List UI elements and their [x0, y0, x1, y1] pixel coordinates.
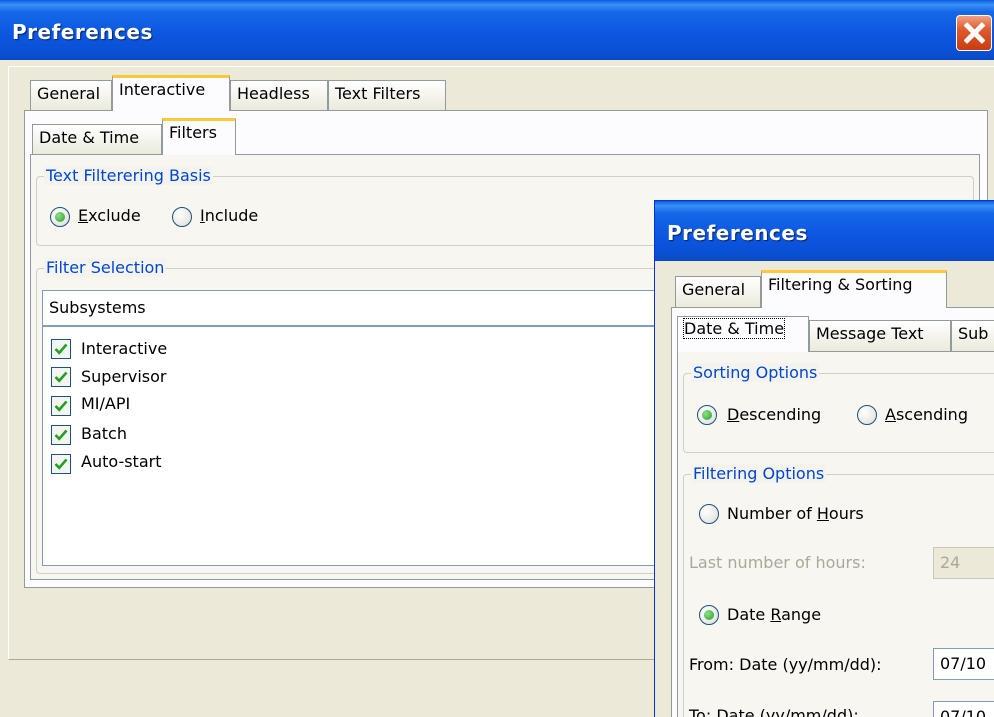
auto-start-checkbox[interactable] — [51, 454, 71, 474]
last-hours-field: 24 — [933, 547, 994, 579]
close-button[interactable] — [956, 15, 992, 51]
supervisor-checkbox-label: Supervisor — [81, 367, 167, 386]
filter-selection-legend: Filter Selection — [44, 258, 167, 277]
list-item[interactable]: Interactive — [43, 337, 681, 365]
auto-start-checkbox-label: Auto-start — [81, 452, 162, 471]
tab-headless-label: Headless — [237, 84, 310, 103]
tab-general[interactable]: General — [675, 276, 761, 307]
checkmark-icon — [54, 371, 68, 383]
descending-text: escending — [739, 405, 822, 424]
list-item[interactable]: Auto-start — [43, 452, 681, 480]
subtab-message-text[interactable]: Message Text — [809, 320, 951, 351]
from-date-field[interactable]: 07/10 — [933, 648, 994, 680]
to-date-field[interactable]: 07/10 — [933, 701, 994, 717]
checkmark-icon — [54, 400, 68, 412]
subtab-filters-label: Filters — [169, 123, 217, 142]
text-filtering-basis-legend: Text Filterering Basis — [44, 166, 213, 185]
subsystems-field-value: Subsystems — [49, 298, 146, 317]
to-date-label: To: Date (yy/mm/dd): — [689, 706, 859, 717]
subsystems-field[interactable]: Subsystems — [42, 290, 682, 326]
batch-checkbox[interactable] — [51, 425, 71, 445]
descending-radio[interactable] — [697, 405, 717, 425]
front-window-title: Preferences — [667, 221, 808, 245]
date-range-radio[interactable] — [699, 605, 719, 625]
date-range-prefix: Date — [727, 605, 771, 624]
list-item[interactable]: Supervisor — [43, 365, 681, 393]
number-of-hours-radio[interactable] — [699, 504, 719, 524]
number-of-hours-label[interactable]: Number of Hours — [727, 504, 864, 523]
front-title-bar[interactable]: Preferences — [655, 201, 994, 261]
batch-checkbox-label: Batch — [81, 424, 127, 443]
date-range-suffix: ange — [781, 605, 822, 624]
from-date-label: From: Date (yy/mm/dd): — [689, 655, 882, 674]
exclude-text: xclude — [88, 206, 141, 225]
subsystems-list[interactable]: Interactive Supervisor MI/API Batch Auto… — [42, 326, 682, 566]
front-subtab-date-time-label: Date & Time — [682, 318, 786, 339]
tab-filtering-sorting[interactable]: Filtering & Sorting — [761, 270, 947, 308]
number-of-hours-mnemonic: H — [816, 504, 829, 523]
last-hours-value: 24 — [940, 553, 961, 572]
last-hours-label: Last number of hours: — [689, 553, 866, 572]
tab-general-label: General — [37, 84, 101, 103]
mi-api-checkbox-label: MI/API — [81, 394, 131, 413]
number-of-hours-prefix: Number of — [727, 504, 817, 523]
filtering-options-legend: Filtering Options — [691, 464, 827, 483]
include-radio[interactable] — [172, 207, 192, 227]
ascending-label[interactable]: Ascending — [885, 405, 968, 424]
front-tab-general-label: General — [682, 280, 746, 299]
tab-text-filters[interactable]: Text Filters — [328, 80, 446, 110]
ascending-radio[interactable] — [857, 405, 877, 425]
supervisor-checkbox[interactable] — [51, 367, 71, 387]
to-date-value: 07/10 — [940, 707, 987, 717]
mi-api-checkbox[interactable] — [51, 396, 71, 416]
tab-headless[interactable]: Headless — [230, 80, 328, 110]
front-subtab-message-text-label: Message Text — [816, 324, 924, 343]
list-item[interactable]: MI/API — [43, 394, 681, 422]
tab-text-filters-label: Text Filters — [335, 84, 421, 103]
exclude-label[interactable]: Exclude — [78, 206, 141, 225]
subtab-date-time[interactable]: Date & Time — [677, 316, 809, 352]
tab-general[interactable]: General — [30, 80, 112, 110]
interactive-checkbox-label: Interactive — [81, 339, 168, 358]
exclude-mnemonic: E — [78, 206, 89, 225]
ascending-text: scending — [895, 405, 968, 424]
checkmark-icon — [54, 458, 68, 470]
date-range-mnemonic: R — [770, 605, 782, 624]
tab-interactive[interactable]: Interactive — [112, 75, 230, 111]
include-text: nclude — [204, 206, 259, 225]
ascending-mnemonic: A — [885, 405, 896, 424]
exclude-radio[interactable] — [50, 207, 70, 227]
descending-mnemonic: D — [727, 405, 740, 424]
subtab-filters[interactable]: Filters — [162, 118, 236, 155]
checkmark-icon — [54, 429, 68, 441]
window-title: Preferences — [12, 20, 153, 44]
from-date-value: 07/10 — [940, 654, 987, 673]
subtab-date-time[interactable]: Date & Time — [32, 124, 162, 154]
tab-interactive-label: Interactive — [119, 80, 206, 99]
subtab-date-time-label: Date & Time — [39, 128, 140, 147]
front-subtab-sub-label: Sub — [958, 324, 989, 343]
front-tab-filtering-sorting-label: Filtering & Sorting — [768, 275, 913, 294]
preferences-window-front: Preferences General Filtering & Sorting … — [654, 200, 994, 717]
number-of-hours-suffix: ours — [828, 504, 864, 523]
list-item[interactable]: Batch — [43, 423, 681, 451]
interactive-checkbox[interactable] — [51, 339, 71, 359]
descending-label[interactable]: Descending — [727, 405, 821, 424]
include-label[interactable]: Include — [200, 206, 258, 225]
date-range-label[interactable]: Date Range — [727, 605, 821, 624]
sorting-options-legend: Sorting Options — [691, 363, 820, 382]
checkmark-icon — [54, 343, 68, 355]
title-bar[interactable]: Preferences — [0, 0, 994, 60]
subtab-sub[interactable]: Sub — [951, 320, 994, 351]
